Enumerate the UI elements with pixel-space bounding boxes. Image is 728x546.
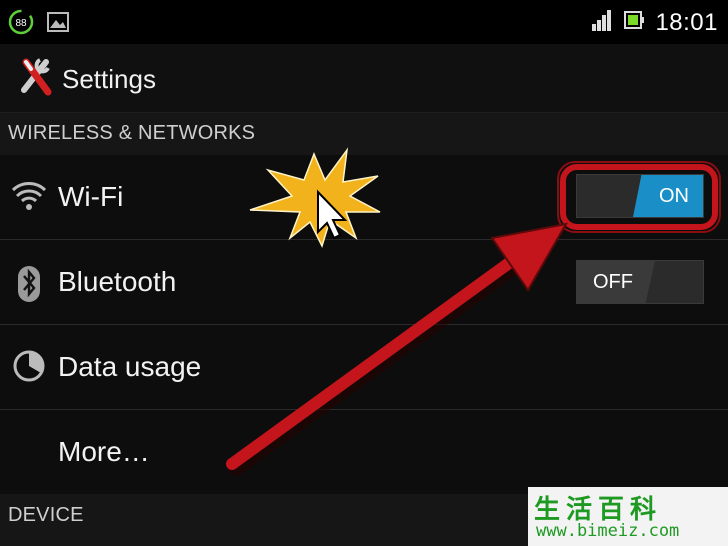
signal-icon xyxy=(591,8,613,37)
section-title: DEVICE xyxy=(8,504,84,526)
toggle-state: ON xyxy=(659,185,689,207)
settings-item-label: Bluetooth xyxy=(58,266,177,297)
wifi-icon xyxy=(11,179,47,218)
watermark-url: www.bimeiz.com xyxy=(536,521,680,541)
bluetooth-toggle[interactable]: OFF xyxy=(576,260,704,304)
status-bar: 88 18:01 xyxy=(0,0,728,44)
battery-saver-icon: 88 xyxy=(8,9,34,40)
page-title: Settings xyxy=(62,64,156,94)
settings-item-bluetooth[interactable]: Bluetooth OFF xyxy=(0,240,728,325)
data-usage-icon xyxy=(12,349,46,388)
battery-icon xyxy=(623,8,645,37)
clock: 18:01 xyxy=(655,8,718,36)
section-header-wireless: WIRELESS & NETWORKS xyxy=(0,113,728,155)
toggle-state: OFF xyxy=(593,271,633,293)
bluetooth-icon xyxy=(12,264,46,309)
image-icon xyxy=(46,10,70,39)
svg-text:88: 88 xyxy=(15,18,27,29)
settings-item-more[interactable]: More… xyxy=(0,410,728,495)
settings-item-label: Data usage xyxy=(58,351,202,382)
settings-item-label: More… xyxy=(58,436,150,467)
section-title: WIRELESS & NETWORKS xyxy=(8,122,256,144)
settings-item-data-usage[interactable]: Data usage xyxy=(0,325,728,410)
action-bar: Settings xyxy=(0,44,728,113)
settings-item-label: Wi-Fi xyxy=(58,181,124,212)
wifi-toggle[interactable]: ON xyxy=(576,174,704,218)
wrench-screwdriver-icon xyxy=(18,56,54,103)
watermark: 生活百科 www.bimeiz.com xyxy=(528,487,728,546)
settings-item-wifi[interactable]: Wi-Fi ON xyxy=(0,155,728,240)
